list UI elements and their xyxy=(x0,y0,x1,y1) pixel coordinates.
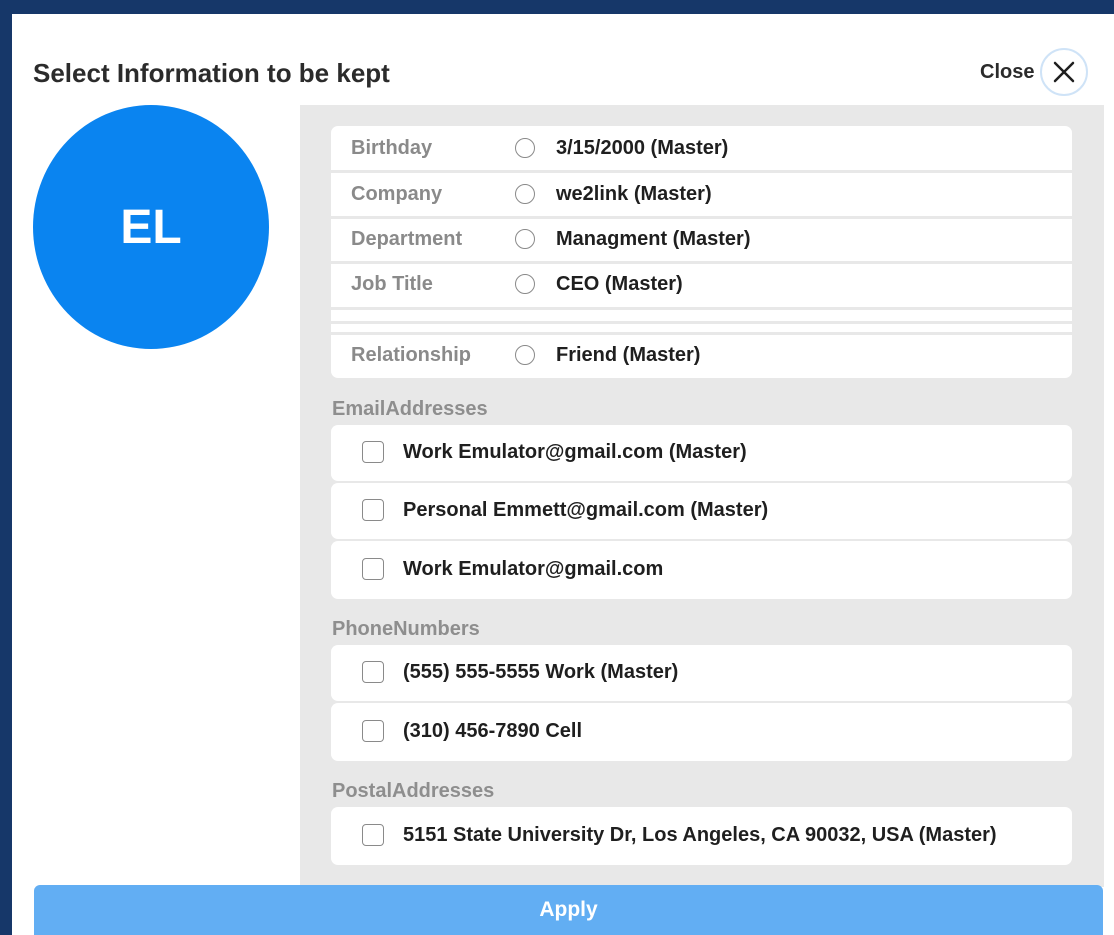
radio-button[interactable] xyxy=(515,274,535,294)
info-card: Birthday 3/15/2000 (Master) Company we2l… xyxy=(331,126,1072,378)
close-control[interactable]: Close xyxy=(980,48,1089,96)
avatar-initials: EL xyxy=(120,200,182,254)
checkbox[interactable] xyxy=(362,558,384,580)
info-label: Company xyxy=(351,182,443,205)
close-icon xyxy=(1054,61,1075,83)
item-text: Work Emulator@gmail.com (Master) xyxy=(403,441,747,463)
info-row-department: Department Managment (Master) xyxy=(331,217,1072,261)
info-row-job-title: Job Title CEO (Master) xyxy=(331,262,1072,306)
item-text: Personal Emmett@gmail.com (Master) xyxy=(403,499,769,521)
list-item[interactable]: Work Emulator@gmail.com xyxy=(331,541,1072,599)
checkbox[interactable] xyxy=(362,441,384,463)
row-divider xyxy=(331,307,1072,310)
info-row-relationship: Relationship Friend (Master) xyxy=(331,333,1072,377)
avatar: EL xyxy=(33,105,269,349)
info-value: we2link (Master) xyxy=(556,182,712,205)
radio-button[interactable] xyxy=(515,184,535,204)
item-text: (555) 555-5555 Work (Master) xyxy=(403,661,679,683)
info-label: Relationship xyxy=(351,343,472,366)
item-text: 5151 State University Dr, Los Angeles, C… xyxy=(403,824,997,846)
info-label: Job Title xyxy=(351,272,433,295)
list-item[interactable]: (555) 555-5555 Work (Master) xyxy=(331,645,1072,701)
close-label[interactable]: Close xyxy=(980,61,1034,84)
info-label: Birthday xyxy=(351,136,433,159)
row-divider xyxy=(331,321,1072,324)
checkbox[interactable] xyxy=(362,499,384,521)
fields-panel[interactable]: Birthday 3/15/2000 (Master) Company we2l… xyxy=(300,105,1104,887)
section-label-phone: PhoneNumbers xyxy=(332,618,480,640)
radio-button[interactable] xyxy=(515,229,535,249)
item-text: (310) 456-7890 Cell xyxy=(403,720,583,742)
section-label-email: EmailAddresses xyxy=(332,398,488,420)
list-item[interactable]: (310) 456-7890 Cell xyxy=(331,703,1072,761)
list-item[interactable]: 5151 State University Dr, Los Angeles, C… xyxy=(331,807,1072,865)
info-label: Department xyxy=(351,227,463,250)
item-text: Work Emulator@gmail.com xyxy=(403,558,664,580)
info-row-birthday: Birthday 3/15/2000 (Master) xyxy=(331,126,1072,170)
info-value: CEO (Master) xyxy=(556,272,683,295)
section-label-postal: PostalAddresses xyxy=(332,780,495,802)
checkbox[interactable] xyxy=(362,824,384,846)
info-value: 3/15/2000 (Master) xyxy=(556,136,729,159)
apply-button[interactable]: Apply xyxy=(34,885,1103,935)
list-item[interactable]: Work Emulator@gmail.com (Master) xyxy=(331,425,1072,481)
info-value: Friend (Master) xyxy=(556,343,701,366)
close-button[interactable] xyxy=(1040,48,1089,96)
info-value: Managment (Master) xyxy=(556,227,751,250)
info-row-company: Company we2link (Master) xyxy=(331,172,1072,216)
merge-dialog: Select Information to be kept Close EL B… xyxy=(12,14,1114,935)
radio-button[interactable] xyxy=(515,138,535,158)
list-item[interactable]: Personal Emmett@gmail.com (Master) xyxy=(331,483,1072,539)
dialog-title: Select Information to be kept xyxy=(33,58,390,88)
radio-button[interactable] xyxy=(515,345,535,365)
checkbox[interactable] xyxy=(362,661,384,683)
checkbox[interactable] xyxy=(362,720,384,742)
